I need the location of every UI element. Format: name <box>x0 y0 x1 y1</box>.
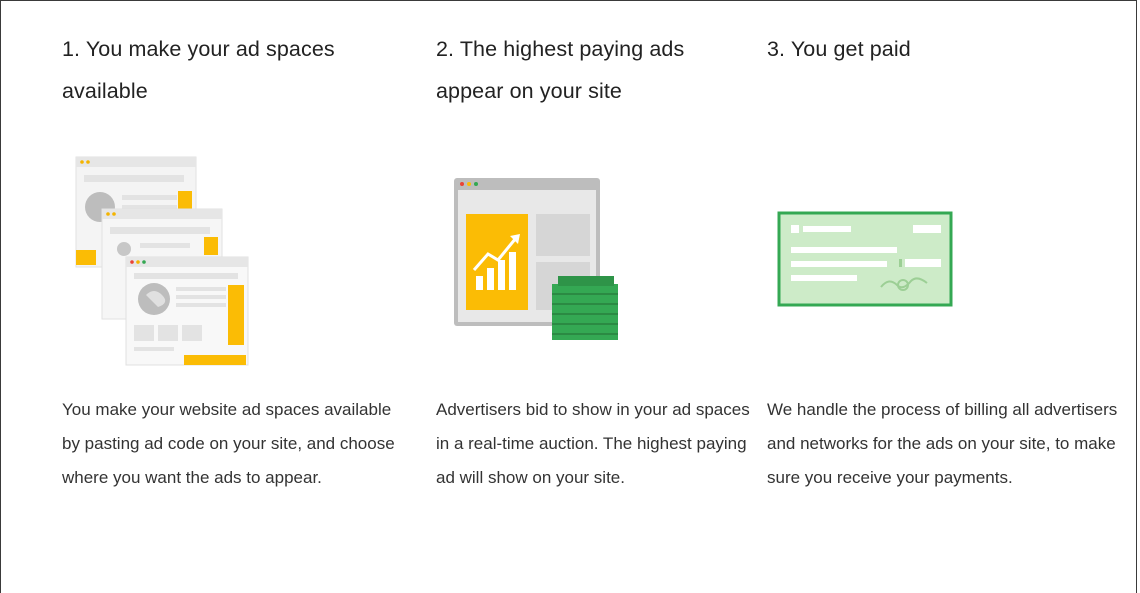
webpage-front <box>125 256 249 366</box>
step-1-heading: 1. You make your ad spaces available <box>62 37 335 103</box>
step-2-description: Advertisers bid to show in your ad space… <box>436 400 750 487</box>
money-stack-icon <box>552 276 618 340</box>
browser-chart-money-icon <box>454 178 618 340</box>
step-1-description: You make your website ad spaces availabl… <box>62 400 395 487</box>
step-2-heading: 2. The highest paying ads appear on your… <box>436 37 685 103</box>
stacked-webpages-icon <box>75 156 249 366</box>
check-payment-icon <box>777 211 953 307</box>
step-3-heading: 3. You get paid <box>767 37 911 61</box>
step-3-description: We handle the process of billing all adv… <box>767 400 1118 487</box>
